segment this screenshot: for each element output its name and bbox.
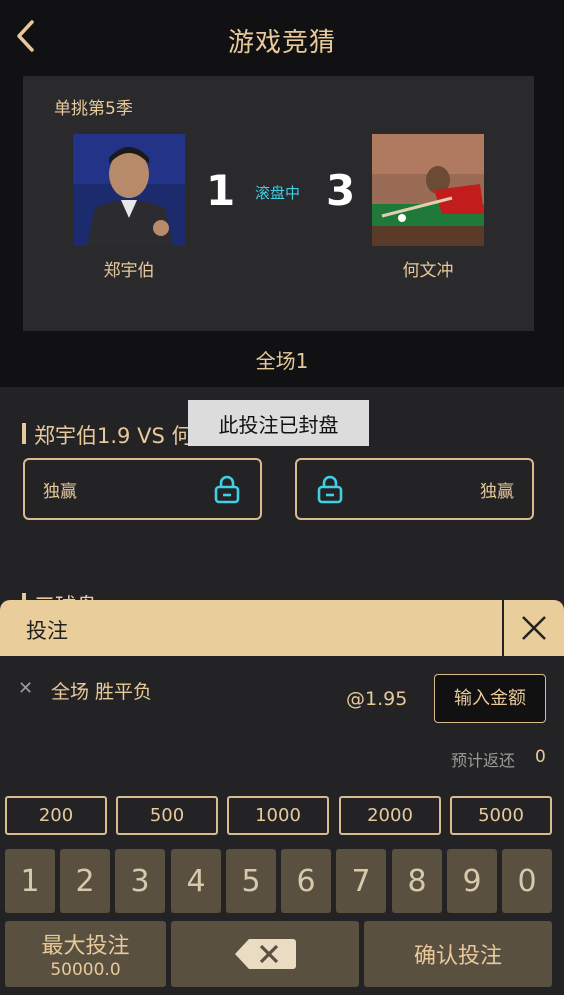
bet-slip-title: 投注 — [26, 619, 68, 643]
live-status: 滚盘中 — [255, 184, 301, 202]
home-score: 1 — [206, 166, 236, 215]
period-label: 全场1 — [255, 349, 309, 373]
bet-slip-sheet: 投注 ✕ 全场 胜平负 @1.95 预计返还 0 200 500 1000 20… — [0, 600, 564, 995]
max-bet-button[interactable]: 最大投注 50000.0 — [5, 921, 166, 987]
quick-amount-button[interactable]: 500 — [116, 796, 218, 835]
remove-bet-button[interactable]: ✕ — [18, 678, 33, 699]
quick-amount-button[interactable]: 1000 — [227, 796, 329, 835]
max-bet-label: 最大投注 — [41, 934, 130, 959]
return-label: 预计返还 — [451, 751, 516, 770]
away-player-photo — [372, 134, 484, 246]
backspace-button[interactable] — [171, 921, 359, 987]
season-label: 单挑第5季 — [54, 99, 133, 119]
lock-icon — [317, 475, 343, 504]
closed-notice: 此投注已封盘 — [188, 400, 369, 446]
keypad-key-4[interactable]: 4 — [171, 849, 221, 913]
keypad-key-5[interactable]: 5 — [226, 849, 276, 913]
bet-selection-name: 全场 胜平负 — [51, 681, 153, 703]
max-bet-value: 50000.0 — [50, 960, 121, 980]
return-value: 0 — [535, 747, 546, 767]
match-card: 单挑第5季 郑宇伯 1 滚盘中 3 何文冲 — [23, 76, 534, 331]
home-player-photo — [73, 134, 185, 246]
bet-slip-header: 投注 — [0, 600, 564, 656]
amount-input[interactable] — [434, 674, 546, 723]
home-player-name: 郑宇伯 — [103, 261, 155, 281]
odds-option-away[interactable]: 独赢 — [295, 458, 534, 520]
keypad-key-6[interactable]: 6 — [281, 849, 331, 913]
page-title: 游戏竞猜 — [227, 28, 336, 58]
keypad-key-9[interactable]: 9 — [447, 849, 497, 913]
option-label: 独赢 — [43, 481, 77, 502]
keypad-key-1[interactable]: 1 — [5, 849, 55, 913]
quick-amount-button[interactable]: 2000 — [339, 796, 441, 835]
keypad-key-3[interactable]: 3 — [115, 849, 165, 913]
match-header: 游戏竞猜 单挑第5季 郑宇伯 1 滚盘中 3 何文冲 全场1 — [0, 0, 564, 387]
keypad-key-2[interactable]: 2 — [60, 849, 110, 913]
keypad-key-7[interactable]: 7 — [336, 849, 386, 913]
close-button[interactable] — [502, 600, 564, 656]
quick-amount-button[interactable]: 5000 — [450, 796, 552, 835]
close-icon — [522, 616, 546, 640]
keypad-key-8[interactable]: 8 — [392, 849, 442, 913]
odds-option-home[interactable]: 独赢 — [23, 458, 262, 520]
confirm-bet-button[interactable]: 确认投注 — [364, 921, 552, 987]
bet-odds: @1.95 — [346, 688, 408, 710]
lock-icon — [214, 475, 240, 504]
backspace-icon — [235, 939, 296, 969]
away-score: 3 — [326, 166, 356, 215]
option-label: 独赢 — [480, 481, 514, 502]
away-player-name: 何文冲 — [402, 261, 454, 281]
quick-amount-button[interactable]: 200 — [5, 796, 107, 835]
keypad-key-0[interactable]: 0 — [502, 849, 552, 913]
